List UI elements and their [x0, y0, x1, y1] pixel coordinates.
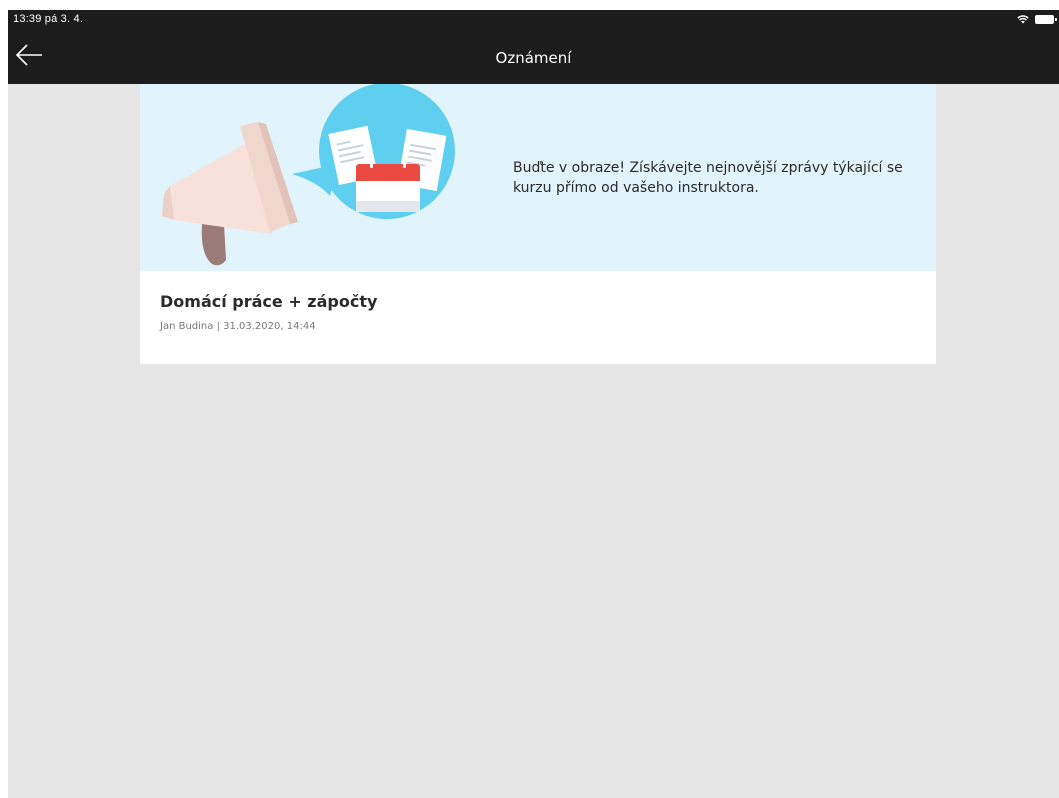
- status-icons: [1017, 15, 1057, 24]
- announcement-meta: Jan Budina | 31.03.2020, 14:44: [160, 321, 316, 332]
- top-bar: 13:39 pá 3. 4. Oznámení: [8, 10, 1059, 84]
- announcement-date: 31.03.2020, 14:44: [223, 321, 316, 332]
- wifi-icon: [1017, 15, 1029, 24]
- announcement-hero-banner: Buďte v obraze! Získávejte nejnovější zp…: [140, 84, 936, 271]
- megaphone-illustration: [162, 84, 455, 266]
- status-time: 13:39 pá 3. 4.: [13, 13, 84, 25]
- hero-message: Buďte v obraze! Získávejte nejnovější zp…: [513, 160, 903, 196]
- announcement-author: Jan Budina: [160, 321, 214, 332]
- calendar-icon: [356, 156, 420, 212]
- megaphone-icon: [162, 122, 298, 266]
- announcement-list-item[interactable]: Domácí práce + zápočty Jan Budina | 31.0…: [140, 271, 936, 364]
- page-title: Oznámení: [495, 49, 572, 67]
- announcements-card: Buďte v obraze! Získávejte nejnovější zp…: [140, 84, 936, 364]
- app-screen: 13:39 pá 3. 4. Oznámení Buďte v obraze! …: [8, 10, 1059, 798]
- meta-separator: |: [213, 321, 224, 332]
- battery-icon: [1035, 15, 1057, 24]
- announcement-title: Domácí práce + zápočty: [160, 292, 378, 311]
